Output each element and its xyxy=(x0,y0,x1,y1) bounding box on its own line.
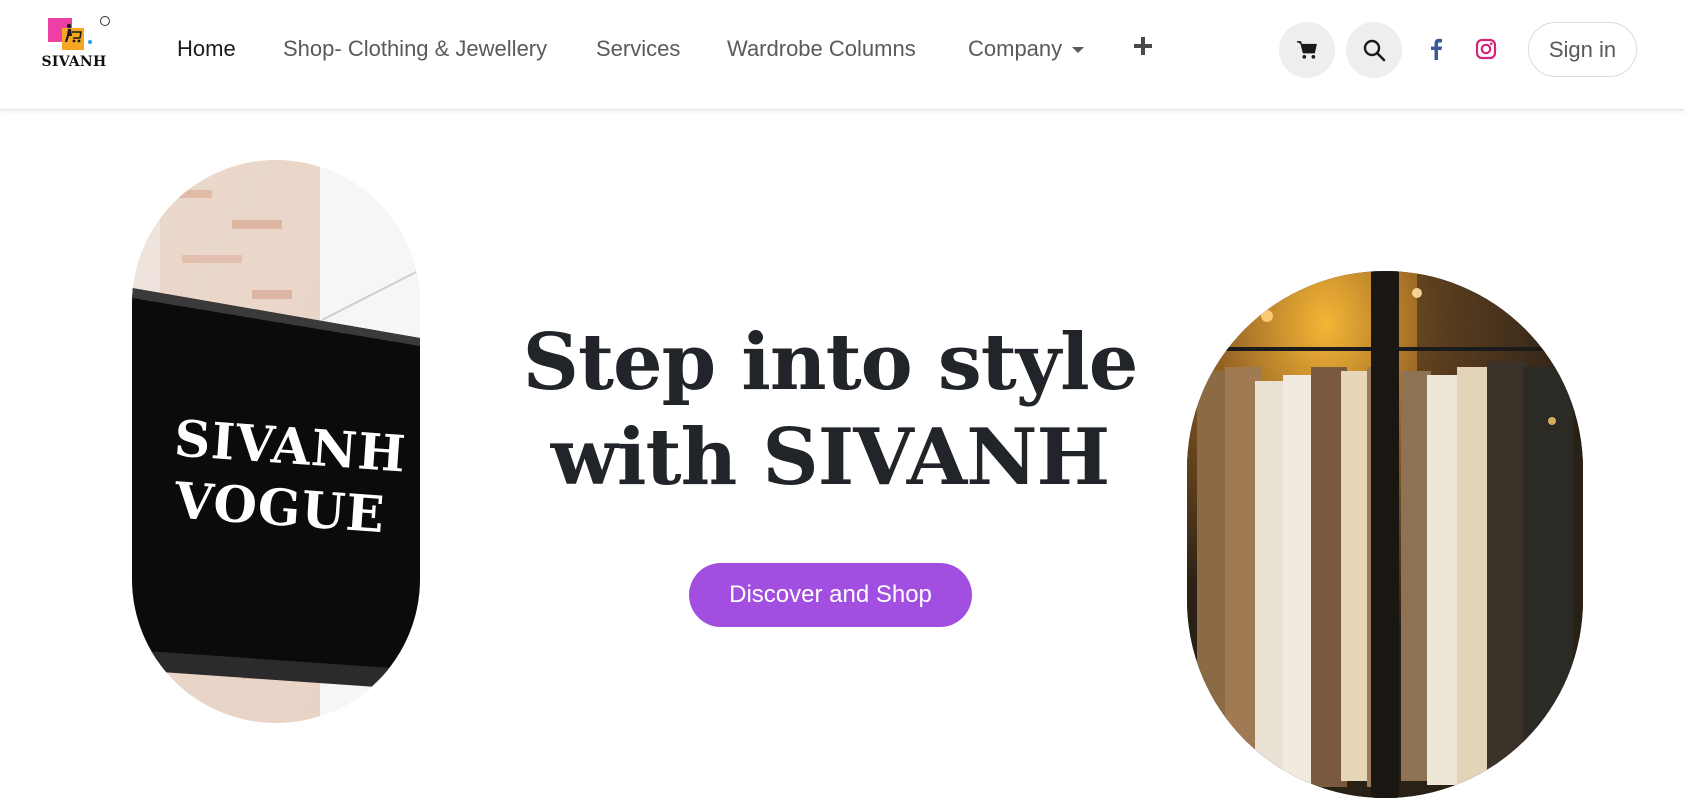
brand-name: SIVANH xyxy=(41,54,107,70)
sign-text: SIVANH VOGUE xyxy=(168,407,408,546)
plus-icon[interactable] xyxy=(1133,36,1153,56)
hero-headline: Step into style with SIVANH xyxy=(520,315,1140,505)
discover-and-shop-button[interactable]: Discover and Shop xyxy=(689,563,972,627)
nav-shop[interactable]: Shop- Clothing & Jewellery xyxy=(283,34,547,64)
hero-left-image: SIVANH VOGUE xyxy=(132,160,420,723)
nav-home[interactable]: Home xyxy=(177,34,236,64)
nav-services[interactable]: Services xyxy=(596,34,680,64)
nav-company-dropdown[interactable]: Company xyxy=(968,34,1085,64)
clothing-rack-image xyxy=(1187,271,1583,798)
cart-button[interactable] xyxy=(1279,22,1335,78)
cart-person-icon xyxy=(65,23,82,43)
instagram-icon xyxy=(1475,38,1497,60)
facebook-icon xyxy=(1431,38,1442,60)
shopping-cart-icon xyxy=(1297,41,1317,59)
logo-mark xyxy=(48,16,110,52)
hero-headline-line-2: with SIVANH xyxy=(550,412,1110,503)
site-header: SIVANH Home Shop- Clothing & Jewellery S… xyxy=(0,0,1685,110)
chevron-down-icon xyxy=(1072,47,1085,54)
search-button[interactable] xyxy=(1346,22,1402,78)
instagram-link[interactable] xyxy=(1473,36,1499,62)
nav-wardrobe-columns[interactable]: Wardrobe Columns xyxy=(727,34,916,64)
facebook-link[interactable] xyxy=(1423,36,1449,62)
hero-right-image xyxy=(1187,271,1583,798)
brand-logo[interactable]: SIVANH xyxy=(38,14,110,74)
hero-headline-line-1: Step into style xyxy=(522,317,1139,408)
sign-in-button[interactable]: Sign in xyxy=(1528,22,1637,77)
nav-company-label: Company xyxy=(968,36,1063,61)
search-icon xyxy=(1363,39,1386,62)
